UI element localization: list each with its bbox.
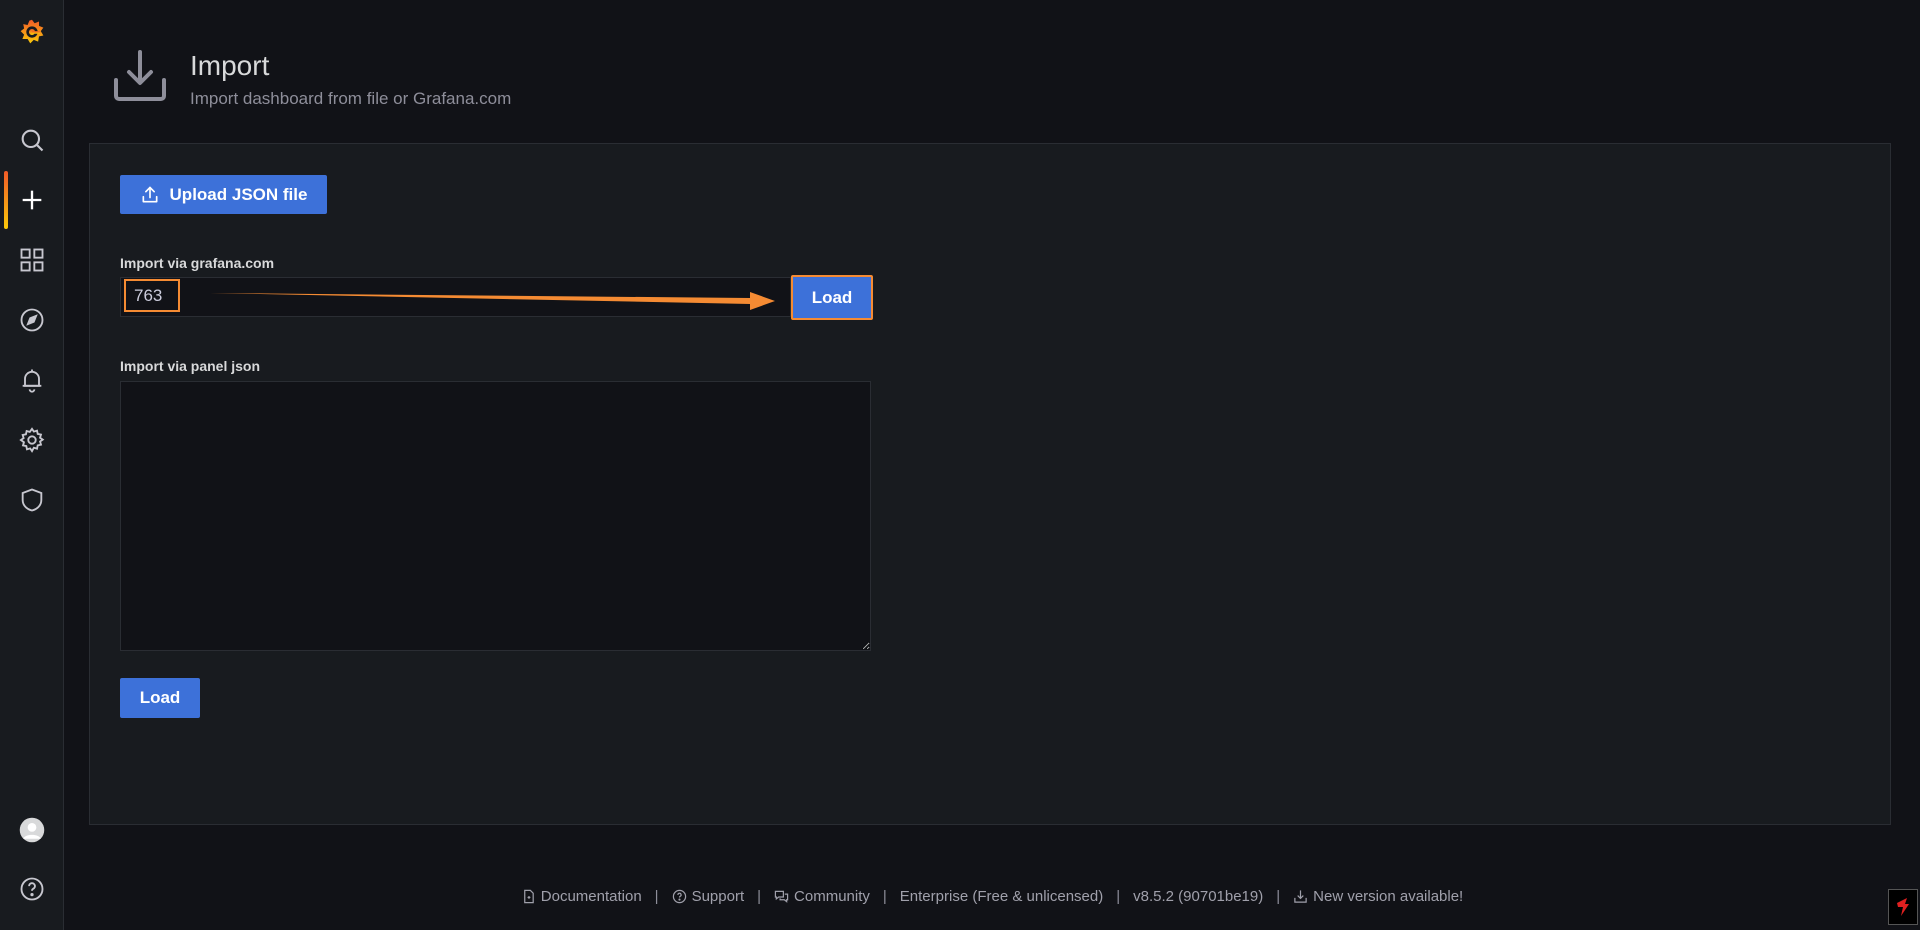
footer-enterprise-link[interactable]: Enterprise (Free & unlicensed)	[900, 888, 1103, 905]
comments-icon	[774, 890, 789, 903]
import-icon	[112, 48, 168, 104]
compass-icon[interactable]	[0, 292, 64, 348]
footer-separator: |	[654, 887, 659, 905]
footer: Documentation | Support | Community | En…	[0, 884, 1920, 908]
annotation-arrow	[210, 292, 775, 310]
page-title: Import	[190, 50, 270, 81]
shield-icon[interactable]	[0, 472, 64, 528]
load-panel-json-button[interactable]: Load	[120, 678, 200, 718]
footer-community-label: Community	[794, 887, 870, 905]
footer-support-label: Support	[691, 887, 745, 905]
footer-enterprise-label: Enterprise (Free & unlicensed)	[899, 887, 1104, 905]
grafana-com-label: Import via grafana.com	[120, 255, 275, 271]
grafana-com-input[interactable]	[124, 279, 180, 312]
footer-documentation-label: Documentation	[540, 887, 642, 905]
apps-icon[interactable]	[0, 232, 64, 288]
plus-icon[interactable]	[0, 172, 64, 228]
footer-support-link[interactable]: Support	[672, 887, 745, 905]
footer-separator: |	[1276, 887, 1281, 905]
load-grafana-com-button[interactable]: Load	[791, 275, 873, 320]
panel-json-label: Import via panel json	[120, 358, 261, 374]
footer-new-version-label: New version available!	[1313, 887, 1464, 905]
footer-separator: |	[882, 887, 887, 905]
footer-documentation-link[interactable]: Documentation	[521, 888, 642, 905]
question-circle-icon	[672, 889, 686, 903]
footer-separator: |	[1116, 887, 1121, 905]
page-subtitle: Import dashboard from file or Grafana.co…	[190, 89, 512, 108]
document-icon	[523, 889, 534, 903]
footer-version-label: v8.5.2 (90701be19)	[1133, 887, 1264, 905]
upload-json-label: Upload JSON file	[169, 184, 308, 204]
search-icon[interactable]	[0, 112, 64, 168]
panel-json-textarea[interactable]	[120, 381, 871, 651]
bell-icon[interactable]	[0, 352, 64, 408]
sidebar	[0, 0, 64, 930]
avatar-icon[interactable]	[0, 802, 64, 858]
footer-version: v8.5.2 (90701be19)	[1133, 888, 1263, 905]
gear-icon[interactable]	[0, 412, 64, 468]
footer-new-version-link[interactable]: New version available!	[1293, 888, 1463, 905]
footer-community-link[interactable]: Community	[774, 888, 870, 905]
download-alt-icon	[1294, 889, 1307, 903]
upload-json-button[interactable]: Upload JSON file	[120, 175, 327, 214]
upload-icon	[142, 186, 158, 202]
footer-separator: |	[757, 887, 762, 905]
corner-logo-icon	[1888, 889, 1918, 925]
grafana-logo-icon[interactable]	[0, 4, 64, 60]
